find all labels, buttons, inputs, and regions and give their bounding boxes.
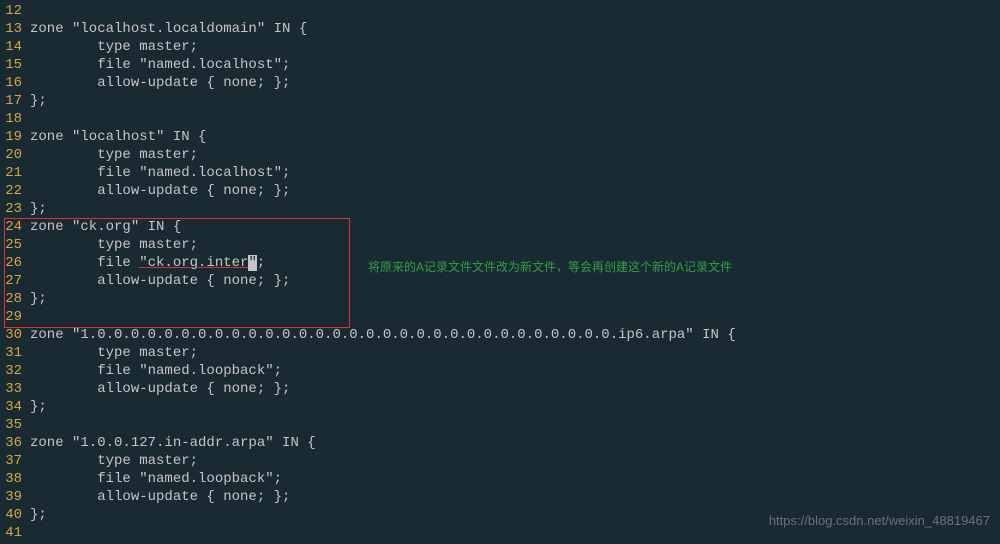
line-number: 26: [0, 254, 30, 272]
code-line[interactable]: 34};: [0, 398, 1000, 416]
line-number: 25: [0, 236, 30, 254]
line-number: 31: [0, 344, 30, 362]
code-line[interactable]: 18: [0, 110, 1000, 128]
line-content[interactable]: allow-update { none; };: [30, 74, 290, 92]
line-number: 18: [0, 110, 30, 128]
line-number: 41: [0, 524, 30, 542]
code-line[interactable]: 35: [0, 416, 1000, 434]
line-number: 36: [0, 434, 30, 452]
line-content[interactable]: type master;: [30, 344, 198, 362]
line-number: 16: [0, 74, 30, 92]
line-number: 28: [0, 290, 30, 308]
code-line[interactable]: 13zone "localhost.localdomain" IN {: [0, 20, 1000, 38]
line-content[interactable]: file "named.localhost";: [30, 56, 290, 74]
line-number: 30: [0, 326, 30, 344]
line-content[interactable]: type master;: [30, 38, 198, 56]
line-number: 37: [0, 452, 30, 470]
code-line[interactable]: 22 allow-update { none; };: [0, 182, 1000, 200]
line-content[interactable]: zone "localhost" IN {: [30, 128, 206, 146]
line-content[interactable]: file "ck.org.inter";: [30, 254, 265, 272]
line-content[interactable]: allow-update { none; };: [30, 272, 290, 290]
code-line[interactable]: 17};: [0, 92, 1000, 110]
line-number: 20: [0, 146, 30, 164]
line-content[interactable]: };: [30, 92, 47, 110]
code-line[interactable]: 21 file "named.localhost";: [0, 164, 1000, 182]
code-line[interactable]: 20 type master;: [0, 146, 1000, 164]
code-line[interactable]: 24zone "ck.org" IN {: [0, 218, 1000, 236]
line-number: 23: [0, 200, 30, 218]
code-line[interactable]: 39 allow-update { none; };: [0, 488, 1000, 506]
line-number: 32: [0, 362, 30, 380]
code-line[interactable]: 33 allow-update { none; };: [0, 380, 1000, 398]
code-line[interactable]: 12: [0, 2, 1000, 20]
line-content[interactable]: type master;: [30, 236, 198, 254]
line-number: 14: [0, 38, 30, 56]
line-number: 19: [0, 128, 30, 146]
code-line[interactable]: 23};: [0, 200, 1000, 218]
line-number: 40: [0, 506, 30, 524]
line-number: 39: [0, 488, 30, 506]
line-number: 21: [0, 164, 30, 182]
watermark: https://blog.csdn.net/weixin_48819467: [769, 513, 990, 528]
code-line[interactable]: 15 file "named.localhost";: [0, 56, 1000, 74]
line-number: 17: [0, 92, 30, 110]
line-number: 13: [0, 20, 30, 38]
code-line[interactable]: 14 type master;: [0, 38, 1000, 56]
code-line[interactable]: 37 type master;: [0, 452, 1000, 470]
line-content[interactable]: allow-update { none; };: [30, 182, 290, 200]
annotation-text: 将原来的A记录文件文件改为新文件，等会再创建这个新的A记录文件: [368, 258, 732, 275]
code-line[interactable]: 25 type master;: [0, 236, 1000, 254]
code-line[interactable]: 29: [0, 308, 1000, 326]
line-content[interactable]: type master;: [30, 146, 198, 164]
cursor: ": [248, 255, 256, 271]
line-number: 24: [0, 218, 30, 236]
code-line[interactable]: 16 allow-update { none; };: [0, 74, 1000, 92]
line-content[interactable]: zone "1.0.0.127.in-addr.arpa" IN {: [30, 434, 316, 452]
line-content[interactable]: file "named.loopback";: [30, 470, 282, 488]
code-line[interactable]: 36zone "1.0.0.127.in-addr.arpa" IN {: [0, 434, 1000, 452]
code-line[interactable]: 32 file "named.loopback";: [0, 362, 1000, 380]
line-content[interactable]: };: [30, 506, 47, 524]
line-content[interactable]: };: [30, 290, 47, 308]
line-content[interactable]: allow-update { none; };: [30, 488, 290, 506]
line-number: 15: [0, 56, 30, 74]
code-line[interactable]: 19zone "localhost" IN {: [0, 128, 1000, 146]
line-number: 12: [0, 2, 30, 20]
line-content[interactable]: file "named.loopback";: [30, 362, 282, 380]
line-content[interactable]: };: [30, 200, 47, 218]
code-line[interactable]: 30zone "1.0.0.0.0.0.0.0.0.0.0.0.0.0.0.0.…: [0, 326, 1000, 344]
line-content[interactable]: zone "localhost.localdomain" IN {: [30, 20, 307, 38]
line-content[interactable]: allow-update { none; };: [30, 380, 290, 398]
line-content[interactable]: file "named.localhost";: [30, 164, 290, 182]
underlined-text: "ck.org.inter: [139, 255, 248, 271]
line-content[interactable]: type master;: [30, 452, 198, 470]
line-number: 22: [0, 182, 30, 200]
line-number: 38: [0, 470, 30, 488]
line-number: 34: [0, 398, 30, 416]
line-content[interactable]: };: [30, 398, 47, 416]
code-line[interactable]: 28};: [0, 290, 1000, 308]
line-number: 35: [0, 416, 30, 434]
line-number: 27: [0, 272, 30, 290]
code-line[interactable]: 38 file "named.loopback";: [0, 470, 1000, 488]
line-content[interactable]: zone "1.0.0.0.0.0.0.0.0.0.0.0.0.0.0.0.0.…: [30, 326, 736, 344]
line-content[interactable]: zone "ck.org" IN {: [30, 218, 181, 236]
line-number: 33: [0, 380, 30, 398]
code-line[interactable]: 31 type master;: [0, 344, 1000, 362]
line-number: 29: [0, 308, 30, 326]
